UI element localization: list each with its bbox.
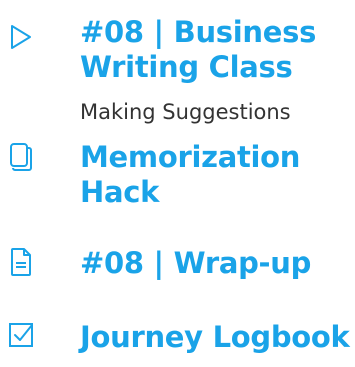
lesson-title-line-1: #08 | Business (80, 15, 317, 49)
checkbox-checked-icon (8, 319, 34, 349)
lesson-title: #08 | Business Writing Class (80, 15, 316, 85)
lesson-subtitle: Making Suggestions (80, 100, 291, 124)
play-outline-icon (8, 22, 34, 52)
lesson-title: Memorization Hack (80, 140, 300, 210)
lesson-title-line-2: Writing Class (80, 50, 293, 84)
lesson-title: Journey Logbook (80, 320, 350, 354)
lesson-title-line-1: Memorization (80, 140, 301, 174)
document-icon (8, 247, 34, 277)
lesson-title-line-2: Hack (80, 175, 160, 209)
stacked-cards-icon (8, 142, 34, 172)
lesson-title: #08 | Wrap-up (80, 246, 312, 280)
